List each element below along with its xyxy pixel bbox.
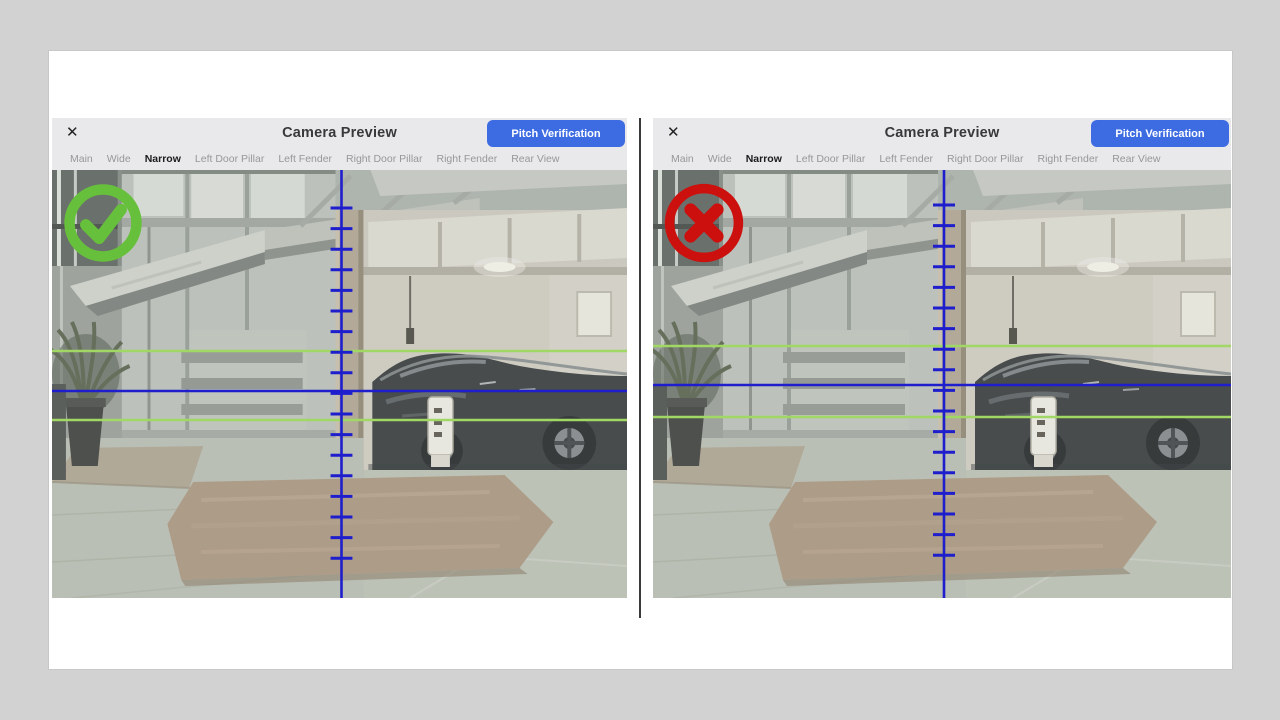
tab-wide[interactable]: Wide [708,153,732,165]
tab-left-fender[interactable]: Left Fender [879,153,933,165]
camera-preview-card: ✕ Camera Preview Pitch Verification Main… [49,51,1232,669]
camera-image [653,170,1231,598]
desktop-background: ✕ Camera Preview Pitch Verification Main… [0,0,1280,720]
panel-title: Camera Preview [282,125,397,141]
camera-tabs: Main Wide Narrow Left Door Pillar Left Fende… [653,148,1231,170]
camera-preview-panel-pass: ✕ Camera Preview Pitch Verification Main… [52,118,627,598]
tab-right-fender[interactable]: Right Fender [437,153,498,165]
panel-divider [639,118,641,618]
close-icon[interactable]: ✕ [66,123,79,143]
tab-narrow[interactable]: Narrow [145,153,181,165]
camera-preview-panel-fail: ✕ Camera Preview Pitch Verification Main… [653,118,1231,598]
tab-rear-view[interactable]: Rear View [511,153,559,165]
title-row: ✕ Camera Preview Pitch Verification [52,118,627,148]
panel-header: ✕ Camera Preview Pitch Verification Main… [52,118,627,170]
tab-main[interactable]: Main [671,153,694,165]
tab-rear-view[interactable]: Rear View [1112,153,1160,165]
tab-main[interactable]: Main [70,153,93,165]
tab-left-fender[interactable]: Left Fender [278,153,332,165]
x-circle-icon [661,180,747,266]
pitch-verification-button[interactable]: Pitch Verification [1091,120,1229,147]
tab-left-door-pillar[interactable]: Left Door Pillar [195,153,264,165]
tab-left-door-pillar[interactable]: Left Door Pillar [796,153,865,165]
pitch-verification-button[interactable]: Pitch Verification [487,120,625,147]
tab-right-fender[interactable]: Right Fender [1038,153,1099,165]
tab-right-door-pillar[interactable]: Right Door Pillar [947,153,1023,165]
panel-title: Camera Preview [885,125,1000,141]
close-icon[interactable]: ✕ [667,123,680,143]
panel-header: ✕ Camera Preview Pitch Verification Main… [653,118,1231,170]
tab-wide[interactable]: Wide [107,153,131,165]
camera-tabs: Main Wide Narrow Left Door Pillar Left Fende… [52,148,627,170]
tab-narrow[interactable]: Narrow [746,153,782,165]
check-circle-icon [60,180,146,266]
title-row: ✕ Camera Preview Pitch Verification [653,118,1231,148]
camera-image [52,170,627,598]
tab-right-door-pillar[interactable]: Right Door Pillar [346,153,422,165]
